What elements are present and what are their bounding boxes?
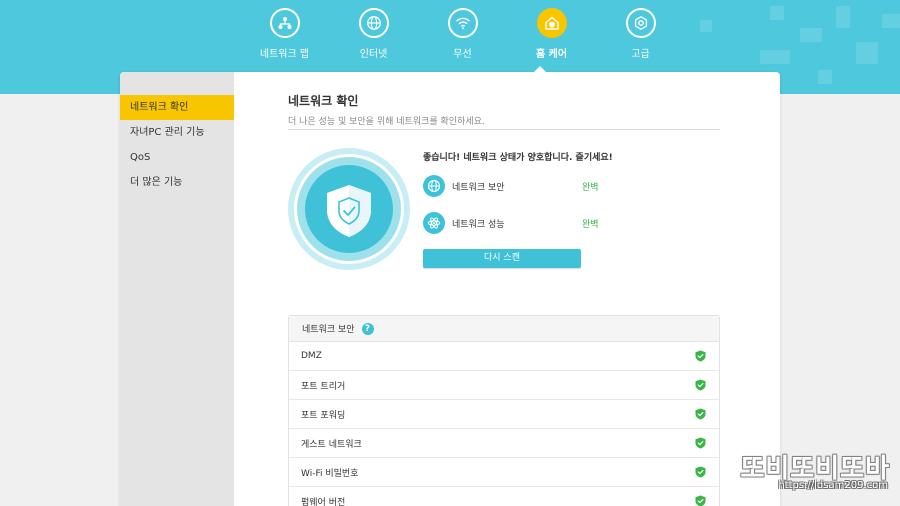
wifi-icon [447, 8, 478, 38]
table-row: 펌웨어 버전 [289, 487, 719, 506]
atom-icon [423, 212, 445, 234]
nav-home-care[interactable]: 홈 케어 [507, 8, 596, 60]
check-shield-icon [695, 350, 706, 362]
help-icon[interactable]: ? [361, 322, 374, 335]
decor-pixel [800, 28, 822, 42]
status-row-performance: 네트워크 성능 완벽 [423, 211, 599, 235]
shield-icon [327, 185, 371, 237]
rescan-button[interactable]: 다시 스캔 [423, 249, 581, 268]
main-card: 네트워크 확인 자녀PC 관리 기능 QoS 더 많은 기능 네트워크 확인 더… [120, 72, 780, 506]
globe-icon [358, 8, 389, 38]
check-shield-icon [695, 466, 706, 478]
decor-pixel [836, 6, 850, 28]
nav-network-map[interactable]: 네트워크 맵 [240, 8, 329, 60]
page-title: 네트워크 확인 [288, 94, 359, 108]
decor-pixel [700, 20, 712, 32]
sidebar-item-qos[interactable]: QoS [120, 145, 234, 170]
decor-pixel [856, 42, 878, 64]
watermark: 또비또비또바 https://idsam209.com [710, 448, 896, 498]
status-label: 네트워크 성능 [452, 219, 505, 230]
row-label: DMZ [301, 351, 322, 361]
status-value: 완벽 [582, 182, 599, 193]
table-row: Wi-Fi 비밀번호 [289, 458, 719, 487]
nav-label: 무선 [453, 49, 472, 60]
row-label: 포트 트리거 [301, 381, 346, 392]
active-nav-pointer [533, 66, 547, 73]
decor-pixel [818, 70, 832, 84]
sidebar-item-network-check[interactable]: 네트워크 확인 [120, 95, 234, 120]
check-shield-icon [695, 437, 706, 449]
status-label: 네트워크 보안 [452, 182, 505, 193]
decor-pixel [770, 6, 784, 20]
status-row-security: 네트워크 보안 완벽 [423, 174, 599, 198]
sidebar-item-more-features[interactable]: 더 많은 기능 [120, 170, 234, 195]
nav-wireless[interactable]: 무선 [418, 8, 507, 60]
check-shield-icon [695, 408, 706, 420]
nav-label: 인터넷 [359, 49, 388, 60]
gear-icon [625, 8, 656, 38]
network-map-icon [269, 8, 300, 38]
table-row: 포트 포워딩 [289, 400, 719, 429]
check-shield-icon [695, 495, 706, 506]
globe-icon [423, 175, 445, 197]
table-row: 게스트 네트워크 [289, 429, 719, 458]
nav-label: 네트워크 맵 [259, 49, 310, 60]
nav-label: 고급 [631, 49, 650, 60]
table-row: 포트 트리거 [289, 371, 719, 400]
decor-pixel [882, 14, 900, 28]
watermark-url: https://idsam209.com [778, 480, 888, 491]
security-panel: 네트워크 보안 ? DMZ 포트 트리거 포트 포워딩 게스트 네트워크 Wi-… [288, 315, 720, 506]
decor-pixel [760, 50, 790, 64]
status-value: 완벽 [582, 219, 599, 230]
row-label: 게스트 네트워크 [301, 439, 362, 450]
nav-label: 홈 케어 [535, 49, 568, 60]
row-label: Wi-Fi 비밀번호 [301, 468, 359, 479]
row-label: 포트 포워딩 [301, 410, 346, 421]
home-care-icon [536, 8, 567, 38]
title-divider [288, 129, 720, 130]
table-row: DMZ [289, 342, 719, 371]
security-status-graphic [288, 148, 410, 270]
nav-advanced[interactable]: 고급 [596, 8, 685, 60]
main-nav: 네트워크 맵 인터넷 무선 홈 케어 고급 [240, 8, 685, 60]
sidebar-item-parental-controls[interactable]: 자녀PC 관리 기능 [120, 120, 234, 145]
panel-title: 네트워크 보안 [302, 325, 355, 335]
check-shield-icon [695, 379, 706, 391]
status-heading: 좋습니다! 네트워크 상태가 양호합니다. 즐기세요! [423, 153, 613, 163]
page-subtitle: 더 나은 성능 및 보안을 위해 네트워크를 확인하세요. [288, 117, 485, 127]
sidebar: 네트워크 확인 자녀PC 관리 기능 QoS 더 많은 기능 [120, 72, 234, 506]
security-panel-header: 네트워크 보안 ? [289, 316, 719, 342]
nav-internet[interactable]: 인터넷 [329, 8, 418, 60]
row-label: 펌웨어 버전 [301, 497, 346, 506]
